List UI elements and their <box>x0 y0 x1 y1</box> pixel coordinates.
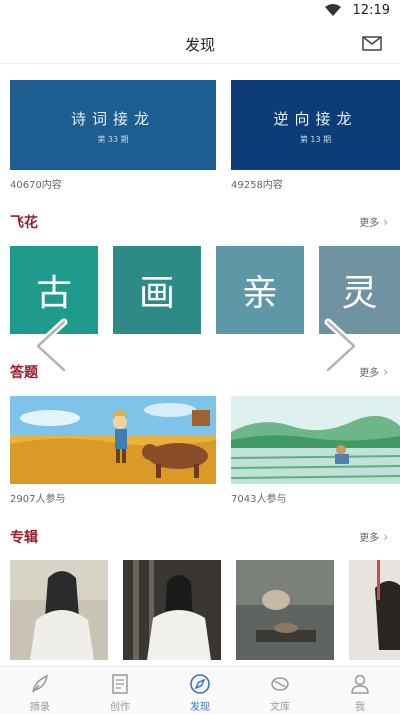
album-cover[interactable] <box>349 560 400 660</box>
section-title-feihua: 飞花 <box>10 215 38 231</box>
chevron-right-icon: › <box>383 365 388 379</box>
tile-char: 亲 <box>241 273 278 314</box>
banner-count: 49258内容 <box>231 180 283 191</box>
album-cover[interactable] <box>123 560 221 660</box>
tab-label: 创作 <box>110 702 130 713</box>
chevron-right-icon: › <box>383 530 388 544</box>
bottom-tab-bar: 摘录 创作 发现 文库 我 <box>0 666 400 714</box>
feihua-tile[interactable]: 画 <box>113 246 201 334</box>
status-time: 12:19 <box>352 3 390 18</box>
more-label: 更多 <box>359 533 380 544</box>
compass-icon <box>190 674 210 694</box>
notebook-icon <box>112 674 128 694</box>
rice-field-illustration <box>231 396 400 484</box>
quiz-participants: 7043人参与 <box>231 494 287 505</box>
album-image <box>349 560 400 660</box>
banner-subtitle: 第 33 期 <box>97 135 129 144</box>
more-label: 更多 <box>359 368 380 379</box>
tile-char: 画 <box>138 273 175 314</box>
banner-poem-chain[interactable]: 诗词接龙 第 33 期 <box>10 80 216 170</box>
mail-icon[interactable] <box>362 36 382 51</box>
more-link-feihua[interactable]: 更多 › <box>359 214 388 229</box>
quiz-card-image[interactable] <box>231 396 400 484</box>
quill-icon <box>32 674 48 693</box>
harvest-illustration <box>10 396 216 484</box>
tab-discover[interactable]: 发现 <box>160 667 240 714</box>
page-title: 发现 <box>184 36 215 54</box>
album-cover[interactable] <box>10 560 108 660</box>
tab-label: 我 <box>355 702 365 713</box>
section-title-albums: 专辑 <box>10 530 38 546</box>
feihua-tile[interactable]: 亲 <box>216 246 304 334</box>
wifi-icon <box>325 4 341 16</box>
carousel-next-arrow-icon[interactable] <box>322 318 362 374</box>
more-link-albums[interactable]: 更多 › <box>359 529 388 544</box>
tile-char: 古 <box>35 273 72 314</box>
album-image <box>123 560 221 660</box>
quiz-card-image[interactable] <box>10 396 216 484</box>
banner-title: 逆向接龙 <box>273 110 358 128</box>
status-bar: 12:19 <box>0 0 400 24</box>
tab-label: 文库 <box>270 702 290 713</box>
banner-subtitle: 第 13 期 <box>299 135 332 144</box>
more-label: 更多 <box>359 218 380 229</box>
tab-label: 发现 <box>190 702 210 713</box>
banner-title: 诗词接龙 <box>70 110 155 128</box>
banner-count: 40670内容 <box>10 180 62 191</box>
album-image <box>236 560 334 660</box>
tab-label: 摘录 <box>30 702 50 713</box>
scroll-icon <box>271 677 289 691</box>
tab-library[interactable]: 文库 <box>240 667 320 714</box>
tab-excerpt[interactable]: 摘录 <box>0 667 80 714</box>
album-image <box>10 560 108 660</box>
banner-reverse-chain[interactable]: 逆向接龙 第 13 期 <box>231 80 400 170</box>
section-title-quiz: 答题 <box>10 365 38 381</box>
tile-char: 灵 <box>341 273 378 314</box>
tab-create[interactable]: 创作 <box>80 667 160 714</box>
more-link-quiz[interactable]: 更多 › <box>359 364 388 379</box>
top-header: 发现 <box>0 24 400 64</box>
tab-me[interactable]: 我 <box>320 667 400 714</box>
album-cover[interactable] <box>236 560 334 660</box>
chevron-right-icon: › <box>383 215 388 229</box>
person-icon <box>351 674 369 694</box>
quiz-participants: 2907人参与 <box>10 494 66 505</box>
